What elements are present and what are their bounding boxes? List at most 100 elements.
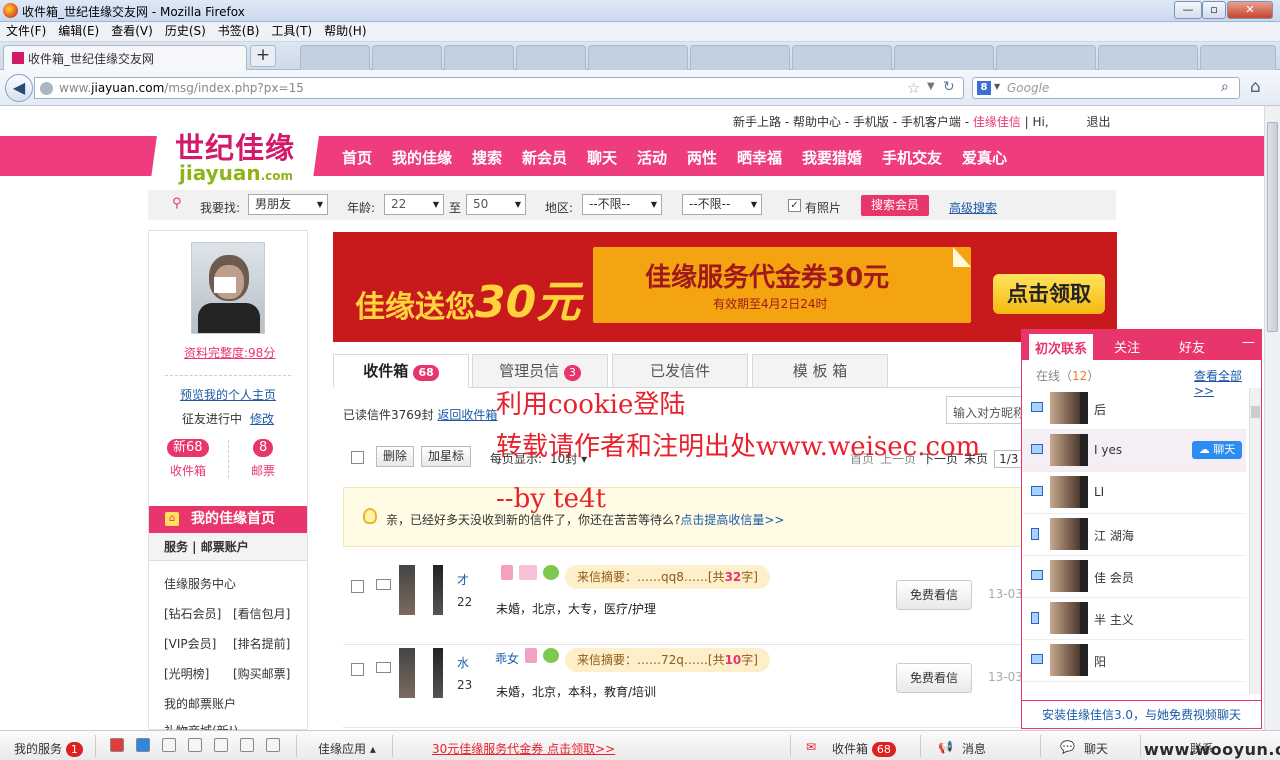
app-icon-7[interactable] <box>266 738 280 752</box>
install-messenger-link[interactable]: 安装佳缘佳信3.0，与她免费视频聊天 <box>1022 700 1261 728</box>
contact-row[interactable]: 半 主义 <box>1022 598 1246 640</box>
menu-help[interactable]: 帮助(H) <box>324 22 366 41</box>
inbox-link[interactable]: 收件箱 <box>170 462 206 479</box>
nav-true-love[interactable]: 爱真心 <box>962 147 1007 168</box>
sender-name[interactable]: 水 <box>457 654 469 671</box>
sender-photo[interactable] <box>399 648 415 698</box>
claim-button[interactable]: 点击领取 <box>993 274 1105 314</box>
engine-dropdown-icon[interactable]: ▼ <box>994 82 1000 91</box>
chat-button[interactable]: ☁ 聊天 <box>1192 441 1242 459</box>
app-icon-6[interactable] <box>240 738 254 752</box>
contact-row[interactable]: 后 <box>1022 388 1246 430</box>
back-button[interactable]: ◀ <box>5 74 33 102</box>
star-button[interactable]: 加星标 <box>421 446 472 467</box>
minimize-button[interactable]: — <box>1174 1 1202 19</box>
promo-banner[interactable]: 佳缘送您30元 佳缘服务代金券30元 有效期至4月2日24时 点击领取 <box>333 232 1117 342</box>
mail-row[interactable]: 水 23 乖女 来信摘要：……72q……[共10字] 未婚，北京，本科，教育/培… <box>343 648 1023 728</box>
search-members-button[interactable]: 搜索会员 <box>861 195 929 216</box>
contact-row[interactable]: 江 湖海 <box>1022 514 1246 556</box>
service-center-link[interactable]: 佳缘服务中心 <box>164 575 236 592</box>
diamond-member-link[interactable]: [钻石会员] <box>164 605 221 622</box>
logo-english[interactable]: jiayuan.com <box>179 161 293 185</box>
nickname-search-input[interactable]: 输入对方昵称 <box>946 396 1026 424</box>
page-select[interactable]: 1/3 <box>994 450 1024 468</box>
nav-new-members[interactable]: 新会员 <box>522 147 567 168</box>
tab-inbox[interactable]: 收件箱 68 <box>333 354 469 388</box>
gender-select[interactable]: 男朋友 <box>248 194 328 215</box>
menu-bookmarks[interactable]: 书签(B) <box>218 22 260 41</box>
chat-tab-friends[interactable]: 好友 <box>1179 337 1205 356</box>
url-bar[interactable]: www.jiayuan.com/msg/index.php?px=15 ☆ ▼ … <box>34 77 964 99</box>
rank-boost-link[interactable]: [排名提前] <box>233 635 290 652</box>
page-scrollbar[interactable] <box>1264 106 1280 730</box>
jiayuan-apps-button[interactable]: 佳缘应用 ▴ <box>318 740 376 757</box>
tab-background[interactable] <box>588 45 688 70</box>
nav-chat[interactable]: 聊天 <box>587 147 617 168</box>
nav-events[interactable]: 活动 <box>637 147 667 168</box>
mail-checkbox[interactable] <box>351 663 364 676</box>
tab-background[interactable] <box>1200 45 1276 70</box>
close-button[interactable]: ✕ <box>1227 1 1273 19</box>
url-dropdown-icon[interactable]: ▼ <box>927 81 935 92</box>
mail-summary[interactable]: 来信摘要：……qq8……[共32字] <box>565 565 770 589</box>
sender-photo[interactable] <box>399 565 415 615</box>
tab-templates[interactable]: 模 板 箱 <box>752 354 888 388</box>
monthly-read-link[interactable]: [看信包月] <box>233 605 290 622</box>
region-select-2[interactable]: --不限-- <box>682 194 762 215</box>
bright-list-link[interactable]: [光明榜] <box>164 665 209 682</box>
app-icon-4[interactable] <box>188 738 202 752</box>
region-select-1[interactable]: --不限-- <box>582 194 662 215</box>
contact-row[interactable]: 佳 会员 <box>1022 556 1246 598</box>
search-bar[interactable]: 8 ▼ Google ⌕ <box>972 77 1240 99</box>
app-icon-5[interactable] <box>214 738 228 752</box>
bottom-inbox-button[interactable]: 收件箱 68 <box>832 740 896 757</box>
bookmark-star-icon[interactable]: ☆ <box>907 79 920 97</box>
search-icon[interactable]: ⌕ <box>1221 79 1229 95</box>
nav-home[interactable]: 首页 <box>342 147 372 168</box>
scrollbar-thumb[interactable] <box>1251 406 1260 418</box>
select-all-checkbox[interactable] <box>351 451 364 464</box>
stamps-link[interactable]: 邮票 <box>251 462 275 479</box>
tab-background[interactable] <box>996 45 1096 70</box>
tab-background[interactable] <box>300 45 370 70</box>
contact-row[interactable]: 阳 <box>1022 640 1246 682</box>
preview-homepage-link[interactable]: 预览我的个人主页 <box>180 386 276 403</box>
new-tab-button[interactable]: + <box>250 45 276 67</box>
tab-background[interactable] <box>894 45 994 70</box>
nav-search[interactable]: 搜索 <box>472 147 502 168</box>
delete-button[interactable]: 删除 <box>376 446 415 467</box>
avatar[interactable] <box>191 242 265 334</box>
google-engine-icon[interactable]: 8 <box>977 81 991 95</box>
free-read-button[interactable]: 免费看信 <box>896 580 972 610</box>
tab-active[interactable]: 收件箱_世纪佳缘交友网 <box>3 45 247 70</box>
increase-mail-link[interactable]: 点击提高收信量>> <box>680 513 784 527</box>
tab-background[interactable] <box>1098 45 1198 70</box>
logout-link[interactable]: 退出 <box>1087 115 1111 129</box>
has-photo-checkbox[interactable]: ✓ <box>788 199 801 212</box>
tab-admin-mail[interactable]: 管理员信 3 <box>472 354 608 388</box>
chat-tab-first-contact[interactable]: 初次联系 <box>1029 334 1094 360</box>
maximize-button[interactable]: ▫ <box>1202 1 1226 19</box>
contact-row[interactable]: I yes ☁ 聊天 <box>1022 430 1246 472</box>
messages-button[interactable]: 消息 <box>962 740 986 757</box>
menu-view[interactable]: 查看(V) <box>111 22 153 41</box>
back-to-inbox-link[interactable]: 返回收件箱 <box>437 408 497 422</box>
menu-edit[interactable]: 编辑(E) <box>58 22 99 41</box>
menu-file[interactable]: 文件(F) <box>6 22 46 41</box>
tab-sent[interactable]: 已发信件 <box>612 354 748 388</box>
app-icon-1[interactable] <box>110 738 124 752</box>
stamp-account-link[interactable]: 我的邮票账户 <box>164 695 236 712</box>
nav-my-jiayuan[interactable]: 我的佳缘 <box>392 147 452 168</box>
tab-background[interactable] <box>516 45 586 70</box>
scrollbar-thumb[interactable] <box>1267 122 1278 332</box>
home-icon[interactable]: ⌂ <box>1250 77 1261 97</box>
tab-background[interactable] <box>792 45 892 70</box>
free-read-button[interactable]: 免费看信 <box>896 663 972 693</box>
my-services-button[interactable]: 我的服务 1 <box>14 740 83 757</box>
vip-member-link[interactable]: [VIP会员] <box>164 635 216 652</box>
buy-stamps-link[interactable]: [购买邮票] <box>233 665 290 682</box>
chat-tab-follow[interactable]: 关注 <box>1114 337 1140 356</box>
inbox-new-badge[interactable]: 新68 <box>167 439 209 457</box>
stamps-badge[interactable]: 8 <box>253 439 274 457</box>
tab-background[interactable] <box>372 45 442 70</box>
